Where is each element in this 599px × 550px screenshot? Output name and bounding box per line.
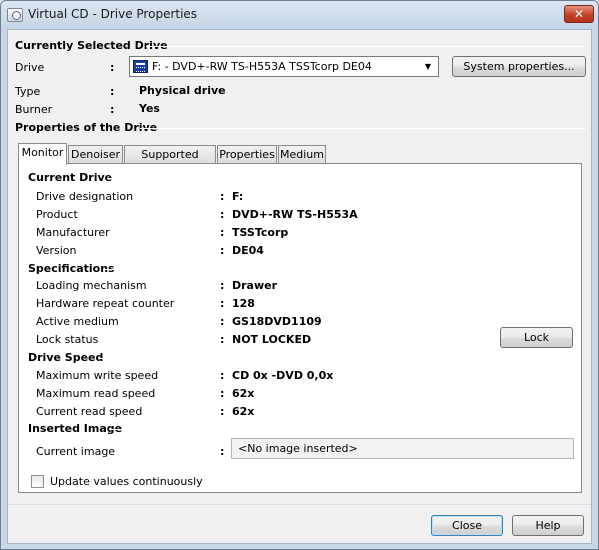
row-colon: : [220,369,225,382]
row-value: CD 0x -DVD 0,0x [232,369,334,382]
row-colon: : [220,333,225,346]
help-button[interactable]: Help [512,515,584,536]
drive-select[interactable]: F: - DVD+-RW TS-H553A TSSTcorp DE04 ▼ [129,56,439,77]
drive-icon [133,60,148,73]
row-value: F: [232,190,244,203]
row-value: Drawer [232,279,278,292]
row-colon: : [220,190,225,203]
row-label: Loading mechanism [36,279,147,292]
window-close-button[interactable]: ✕ [564,5,594,23]
row-label: Version [36,244,77,257]
row-value: TSSTcorp [232,226,289,239]
properties-heading: Properties of the Drive [15,121,158,134]
row-label: Maximum read speed [36,387,156,400]
system-properties-button[interactable]: System properties... [452,56,586,77]
divider [109,429,573,430]
row-label: Lock status [36,333,99,346]
row-label: Drive designation [36,190,134,203]
row-value: GS18DVD1109 [232,315,322,328]
chevron-down-icon[interactable]: ▼ [421,59,435,74]
monitor-panel: Current Drive Drive designation : F: Pro… [18,163,582,493]
row-colon: : [220,387,225,400]
divider [28,465,573,466]
tab-denoiser[interactable]: Denoiser [68,145,123,164]
row-value: DVD+-RW TS-H553A [232,208,358,221]
tab-medium[interactable]: Medium [278,145,326,164]
selected-drive-heading: Currently Selected Drive [15,39,168,52]
drive-colon: : [110,61,115,74]
row-value: DE04 [232,244,264,257]
current-image-label: Current image [36,445,116,458]
row-label: Manufacturer [36,226,110,239]
burner-colon: : [110,103,115,116]
divider [140,128,586,129]
row-colon: : [220,279,225,292]
current-image-field: <No image inserted> [231,438,574,459]
lock-status-value: NOT LOCKED [232,333,312,346]
title-bar: Virtual CD - Drive Properties ✕ [1,1,598,29]
tab-monitor[interactable]: Monitor [18,143,67,165]
row-value: 128 [232,297,255,310]
divider [104,269,573,270]
divider [146,46,586,47]
dialog-window: Virtual CD - Drive Properties ✕ Currentl… [0,0,599,550]
window-title: Virtual CD - Drive Properties [28,7,198,21]
row-colon: : [220,208,225,221]
drive-label: Drive [15,61,45,74]
inserted-image-heading: Inserted Image [28,422,123,435]
drive-select-value: F: - DVD+-RW TS-H553A TSSTcorp DE04 [152,60,372,73]
row-label: Active medium [36,315,119,328]
burner-label: Burner [15,103,53,116]
row-value: 62x [232,387,255,400]
row-colon: : [220,315,225,328]
footer-divider [8,504,591,505]
divider [99,358,573,359]
row-colon: : [220,244,225,257]
row-colon: : [220,297,225,310]
row-label: Maximum write speed [36,369,159,382]
row-colon: : [220,226,225,239]
row-value: 62x [232,405,255,418]
row-label: Current read speed [36,405,143,418]
current-drive-heading: Current Drive [28,171,113,184]
update-continuously-label[interactable]: Update values continuously [50,475,203,488]
lock-button[interactable]: Lock [500,327,573,348]
burner-value: Yes [139,102,160,115]
tab-properties[interactable]: Properties [217,145,277,164]
row-colon: : [220,445,225,458]
cd-drive-icon [7,8,23,22]
update-continuously-checkbox[interactable] [31,475,44,488]
dialog-client: Currently Selected Drive Drive : F: - DV… [7,29,592,544]
close-button[interactable]: Close [431,515,503,536]
divider [107,178,573,179]
specifications-heading: Specifications [28,262,115,275]
row-colon: : [220,405,225,418]
type-value: Physical drive [139,84,226,97]
tab-supported-media[interactable]: Supported Media [124,145,216,178]
drive-speed-heading: Drive Speed [28,351,104,364]
row-label: Product [36,208,78,221]
row-label: Hardware repeat counter [36,297,175,310]
type-label: Type [15,85,41,98]
type-colon: : [110,85,115,98]
